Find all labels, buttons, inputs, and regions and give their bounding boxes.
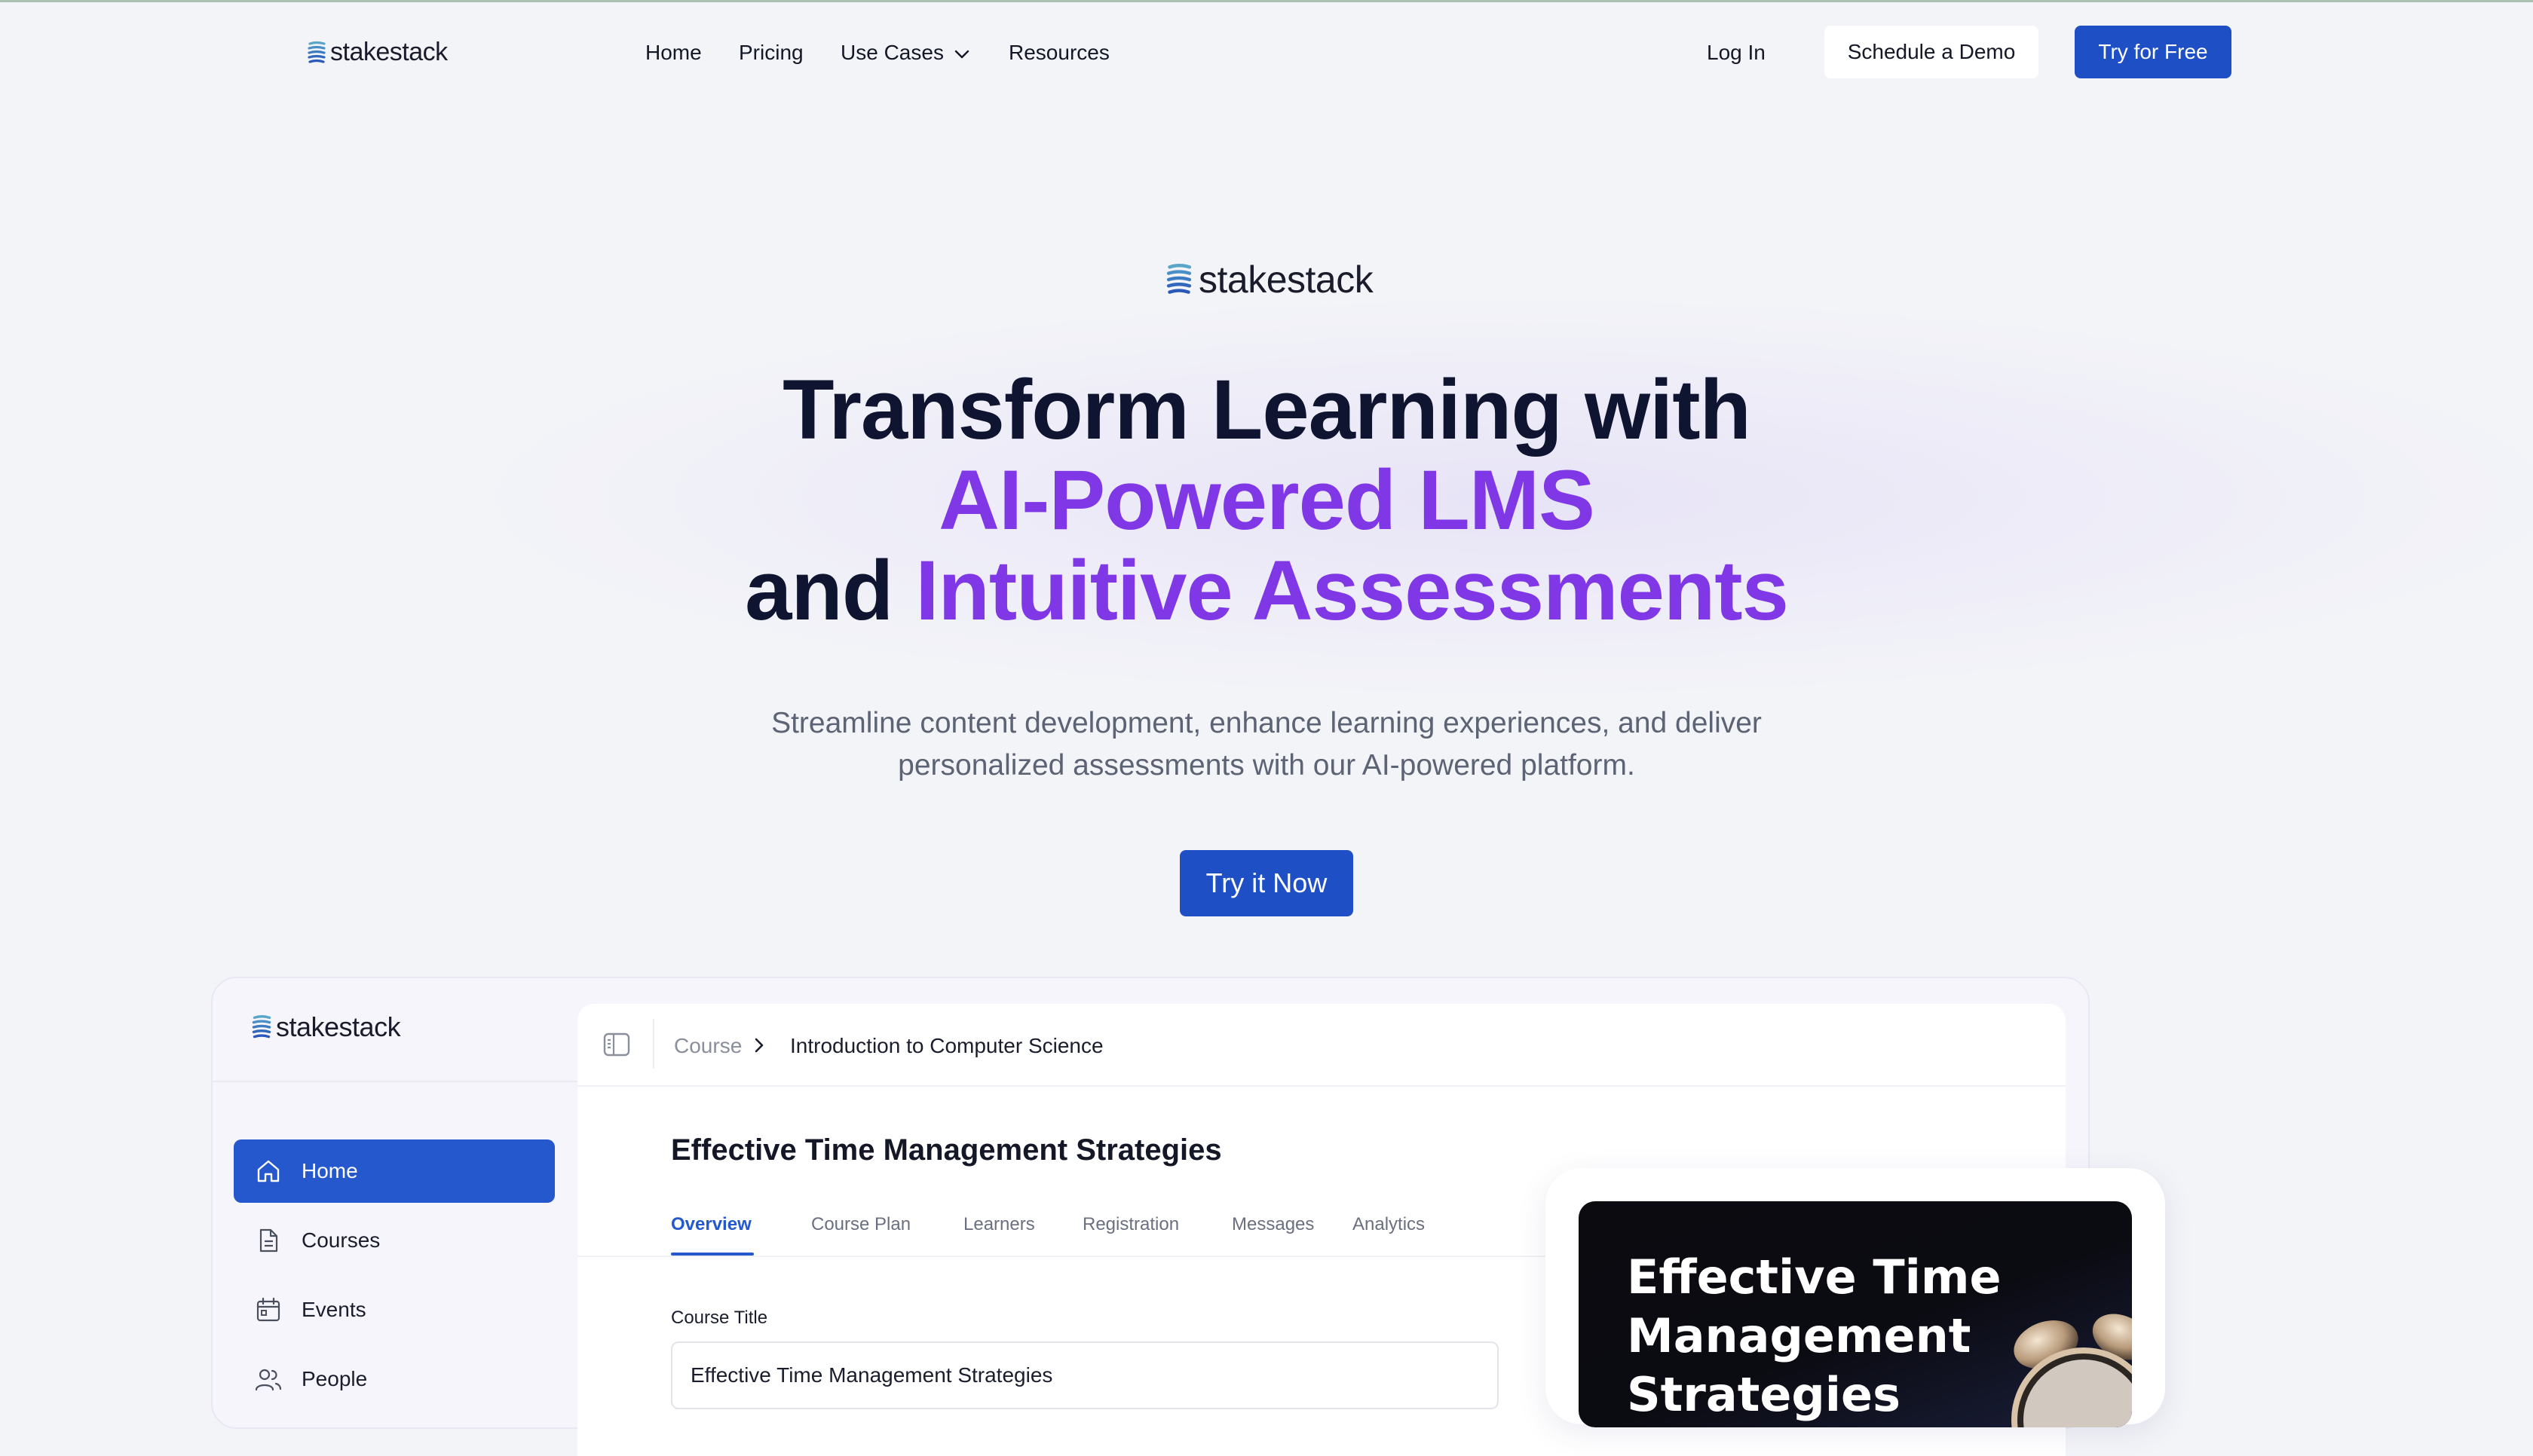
nav-logo[interactable]: stakestack: [306, 38, 448, 67]
breadcrumb-separator-line: [653, 1019, 654, 1069]
sidebar-item-home[interactable]: Home: [234, 1139, 555, 1203]
preview-logo: stakestack: [250, 1011, 401, 1043]
sidebar-item-label: Courses: [302, 1228, 381, 1252]
people-icon: [255, 1366, 282, 1393]
alarm-clock-icon: [2011, 1314, 2132, 1427]
course-title-label: Course Title: [671, 1308, 768, 1328]
headline-line-1: Transform Learning with: [783, 362, 1751, 457]
try-it-now-button[interactable]: Try it Now: [1180, 850, 1353, 916]
tab-messages[interactable]: Messages: [1232, 1212, 1314, 1237]
stack-logo-icon: [308, 41, 326, 63]
tab-learners[interactable]: Learners: [963, 1212, 1035, 1237]
sidebar-item-label: People: [302, 1367, 368, 1390]
hero-brand-name: stakestack: [1199, 258, 1374, 301]
home-icon: [255, 1158, 282, 1185]
tab-registration[interactable]: Registration: [1083, 1212, 1179, 1237]
login-link[interactable]: Log In: [1707, 38, 1766, 68]
preview-brand-name: stakestack: [276, 1011, 401, 1042]
hero-subtext: Streamline content development, enhance …: [771, 707, 1762, 782]
stack-logo-icon: [252, 1015, 271, 1038]
calendar-icon: [255, 1296, 282, 1323]
stack-logo-icon: [1166, 264, 1192, 294]
sidebar-toggle-icon[interactable]: [603, 1032, 630, 1057]
course-title-input[interactable]: [671, 1341, 1499, 1409]
headline-line-3-plain: and: [745, 543, 893, 638]
sidebar-item-label: Home: [302, 1159, 358, 1182]
chevron-right-icon: [755, 1038, 764, 1053]
sidebar-item-events[interactable]: Events: [234, 1278, 555, 1341]
chevron-down-icon: [954, 50, 969, 58]
breadcrumb-parent[interactable]: Course: [674, 1031, 742, 1061]
sidebar-item-courses[interactable]: Courses: [234, 1209, 555, 1272]
tab-overview[interactable]: Overview: [671, 1212, 752, 1237]
tab-course-plan[interactable]: Course Plan: [811, 1212, 911, 1237]
breadcrumb-bar: Course Introduction to Computer Science: [577, 1004, 2066, 1087]
video-preview-card[interactable]: Effective Time Management Strategies: [1545, 1168, 2165, 1427]
sidebar-item-people[interactable]: People: [234, 1347, 555, 1411]
nav-brand-name: stakestack: [330, 38, 448, 66]
headline-line-3-accent: Intuitive Assessments: [915, 543, 1789, 638]
course-heading: Effective Time Management Strategies: [671, 1133, 1222, 1167]
tab-analytics[interactable]: Analytics: [1352, 1212, 1425, 1237]
nav-link-use-cases-label: Use Cases: [841, 41, 944, 64]
top-navigation: stakestack Home Pricing Use Cases Resour…: [0, 0, 2533, 106]
sidebar-item-label: Events: [302, 1298, 366, 1321]
nav-link-use-cases[interactable]: Use Cases: [841, 38, 969, 68]
schedule-demo-button[interactable]: Schedule a Demo: [1824, 26, 2038, 78]
nav-link-resources[interactable]: Resources: [1009, 38, 1110, 68]
preview-sidebar: stakestack Home Courses Events People: [213, 978, 579, 1430]
nav-link-home[interactable]: Home: [645, 38, 702, 68]
nav-link-pricing[interactable]: Pricing: [739, 38, 804, 68]
document-icon: [255, 1227, 282, 1254]
breadcrumb-current: Introduction to Computer Science: [790, 1034, 1104, 1057]
video-thumbnail[interactable]: Effective Time Management Strategies: [1579, 1201, 2132, 1427]
hero-headline: Transform Learning with AI-Powered LMS a…: [663, 365, 1870, 636]
headline-line-2: AI-Powered LMS: [939, 453, 1595, 547]
hero-logo: stakestack: [1164, 258, 1374, 301]
sidebar-divider: [213, 1081, 579, 1082]
try-for-free-button[interactable]: Try for Free: [2075, 26, 2231, 78]
